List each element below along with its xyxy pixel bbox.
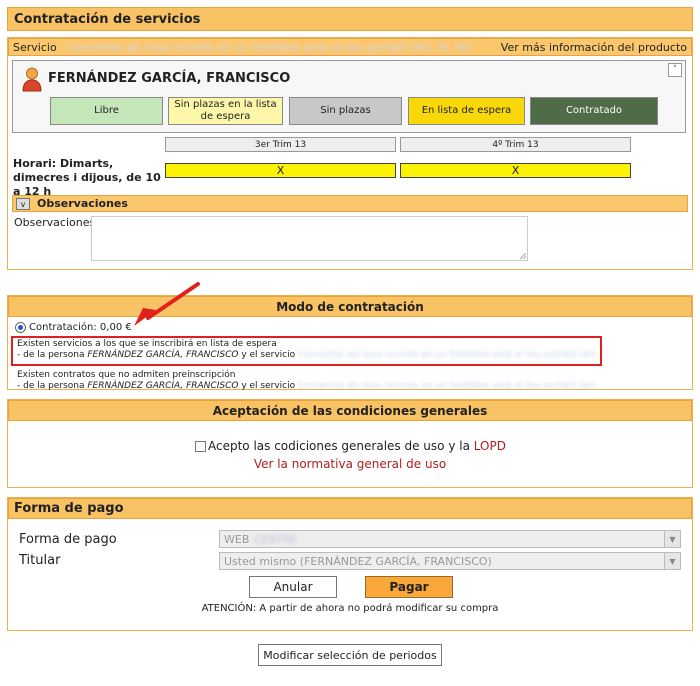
lopd-link[interactable]: LOPD: [474, 439, 506, 453]
legend-sin-plazas-espera: Sin plazas en la lista de espera: [168, 97, 283, 125]
period-header-1: 3er Trim 13: [165, 137, 396, 152]
notice2-line1: Existen contratos que no admiten preinsc…: [17, 370, 236, 380]
pagar-button[interactable]: Pagar: [365, 576, 453, 598]
atencion-text: ATENCIÓN: A partir de ahora no podrá mod…: [201, 603, 499, 614]
notice2-service: Convertixi als teus records en un fotoll…: [297, 381, 598, 391]
modificar-button[interactable]: Modificar selección de periodos: [258, 644, 442, 666]
notice1-line1: Existen servicios a los que se inscribir…: [17, 339, 277, 349]
accept-text: Acepto las codiciones generales de uso y…: [208, 439, 506, 453]
chevron-down-icon: ▼: [664, 531, 680, 547]
forma-pago-label: Forma de pago: [19, 532, 117, 547]
normativa-link[interactable]: Ver la normativa general de uso: [0, 457, 700, 471]
notice2-line2: - de la persona FERNÁNDEZ GARCÍA, FRANCI…: [17, 381, 598, 391]
page-title: Contratación de servicios: [14, 12, 201, 27]
schedule-label: Horari: Dimarts, dimecres i dijous, de 1…: [13, 157, 161, 198]
period-cell-1[interactable]: X: [165, 163, 396, 178]
service-name: Convertixi als teus records en un fotoll…: [67, 41, 472, 54]
notice1-service: Convertixi als teus records en un fotoll…: [297, 350, 598, 360]
observaciones-toggle[interactable]: v: [16, 198, 30, 210]
person-name: FERNÁNDEZ GARCÍA, FRANCISCO: [48, 71, 291, 86]
person-icon: [20, 66, 44, 92]
collapse-button[interactable]: ˄: [668, 63, 682, 77]
anular-button[interactable]: Anular: [249, 576, 337, 598]
chevron-up-icon: ˄: [672, 65, 678, 75]
legend-contratado: Contratado: [530, 97, 658, 125]
contratacion-radio[interactable]: [15, 322, 26, 333]
chevron-down-icon: ▼: [664, 553, 680, 569]
observaciones-textarea[interactable]: [91, 216, 528, 261]
pago-header: Forma de pago: [8, 498, 692, 519]
period-header-2: 4º Trim 13: [400, 137, 631, 152]
titular-label: Titular: [19, 553, 61, 568]
more-info-link[interactable]: Ver más información del producto: [501, 41, 687, 54]
forma-pago-select[interactable]: WEB CENTRE ▼: [219, 530, 681, 548]
legend-libre: Libre: [50, 97, 163, 125]
observaciones-bar: v Observaciones: [12, 195, 688, 212]
service-row: Servicio Convertixi als teus records en …: [8, 38, 692, 56]
titular-select[interactable]: Usted mismo (FERNÁNDEZ GARCÍA, FRANCISCO…: [219, 552, 681, 570]
contratacion-label: Contratación: 0,00 €: [29, 322, 132, 333]
observaciones-title: Observaciones: [37, 197, 128, 210]
notice1-line2: - de la persona FERNÁNDEZ GARCÍA, FRANCI…: [17, 350, 598, 360]
legend-sin-plazas: Sin plazas: [289, 97, 402, 125]
accept-checkbox[interactable]: [195, 441, 206, 452]
period-cell-2[interactable]: X: [400, 163, 631, 178]
annotation-arrow-icon: [134, 282, 200, 326]
service-label: Servicio: [13, 41, 57, 54]
legend-en-lista-espera: En lista de espera: [408, 97, 525, 125]
page-header: Contratación de servicios: [7, 7, 693, 31]
observaciones-label: Observaciones: [14, 216, 96, 229]
condiciones-header: Aceptación de las condiciones generales: [8, 400, 692, 421]
modo-header: Modo de contratación: [8, 296, 692, 317]
